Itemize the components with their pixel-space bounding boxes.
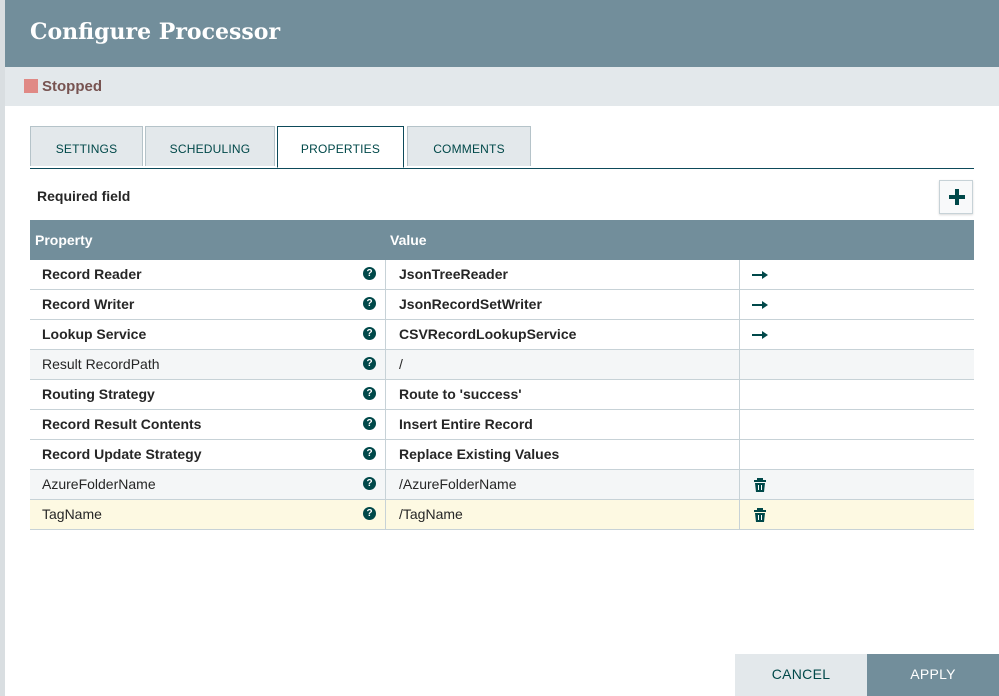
column-divider <box>385 260 386 289</box>
column-header-value: Value <box>390 232 427 248</box>
property-value[interactable]: JsonRecordSetWriter <box>399 290 542 319</box>
property-name: AzureFolderName <box>42 476 156 492</box>
property-name: Record Writer <box>42 296 135 312</box>
column-divider <box>739 440 740 469</box>
table-row[interactable]: Lookup Service? CSVRecordLookupService <box>30 320 974 350</box>
properties-table: Property Value Record Reader? JsonTreeRea… <box>30 220 974 530</box>
tab-scheduling[interactable]: SCHEDULING <box>145 126 275 166</box>
table-row[interactable]: Record Writer? JsonRecordSetWriter <box>30 290 974 320</box>
dialog-header: Configure Processor <box>5 0 999 67</box>
column-divider <box>385 380 386 409</box>
property-name: Routing Strategy <box>42 386 155 402</box>
table-row[interactable]: Routing Strategy? Route to 'success' <box>30 380 974 410</box>
column-divider <box>385 320 386 349</box>
column-divider <box>739 410 740 439</box>
column-divider <box>385 350 386 379</box>
column-divider <box>739 320 740 349</box>
help-icon[interactable]: ? <box>363 327 376 340</box>
trash-icon[interactable] <box>752 507 768 523</box>
column-divider <box>739 350 740 379</box>
trash-icon[interactable] <box>752 477 768 493</box>
table-row[interactable]: AzureFolderName? /AzureFolderName <box>30 470 974 500</box>
property-value[interactable]: / <box>399 350 403 379</box>
column-divider <box>739 500 740 529</box>
add-property-button[interactable] <box>939 180 973 214</box>
tab-properties[interactable]: PROPERTIES <box>277 126 404 168</box>
tab-settings[interactable]: SETTINGS <box>30 126 143 166</box>
tab-bar: SETTINGS SCHEDULING PROPERTIES COMMENTS <box>30 126 974 169</box>
column-divider <box>385 500 386 529</box>
property-value[interactable]: Replace Existing Values <box>399 440 559 469</box>
dialog-title: Configure Processor <box>30 19 281 45</box>
column-divider <box>385 290 386 319</box>
status-label: Stopped <box>42 78 102 95</box>
property-value[interactable]: Route to 'success' <box>399 380 522 409</box>
column-divider <box>385 410 386 439</box>
property-name: Result RecordPath <box>42 356 160 372</box>
help-icon[interactable]: ? <box>363 387 376 400</box>
property-name: Record Update Strategy <box>42 446 202 462</box>
property-value[interactable]: Insert Entire Record <box>399 410 533 439</box>
go-to-service-arrow-icon[interactable] <box>752 267 768 283</box>
column-header-property: Property <box>35 232 93 248</box>
property-name: Record Reader <box>42 266 142 282</box>
status-bar: Stopped <box>5 67 999 106</box>
column-divider <box>739 290 740 319</box>
required-field-label: Required field <box>37 188 131 204</box>
help-icon[interactable]: ? <box>363 297 376 310</box>
stopped-icon <box>24 79 38 93</box>
property-value[interactable]: CSVRecordLookupService <box>399 320 576 349</box>
help-icon[interactable]: ? <box>363 417 376 430</box>
column-divider <box>385 470 386 499</box>
column-divider <box>739 380 740 409</box>
tab-comments[interactable]: COMMENTS <box>407 126 531 166</box>
column-divider <box>739 470 740 499</box>
column-divider <box>385 440 386 469</box>
help-icon[interactable]: ? <box>363 507 376 520</box>
table-row[interactable]: Record Result Contents? Insert Entire Rec… <box>30 410 974 440</box>
plus-icon <box>949 189 965 205</box>
table-row[interactable]: Result RecordPath? / <box>30 350 974 380</box>
cancel-button[interactable]: CANCEL <box>735 654 867 696</box>
go-to-service-arrow-icon[interactable] <box>752 297 768 313</box>
table-row[interactable]: Record Update Strategy? Replace Existing … <box>30 440 974 470</box>
property-name: Record Result Contents <box>42 416 202 432</box>
help-icon[interactable]: ? <box>363 477 376 490</box>
table-header: Property Value <box>30 220 974 260</box>
help-icon[interactable]: ? <box>363 357 376 370</box>
help-icon[interactable]: ? <box>363 267 376 280</box>
property-name: TagName <box>42 506 102 522</box>
help-icon[interactable]: ? <box>363 447 376 460</box>
property-value[interactable]: /AzureFolderName <box>399 470 517 499</box>
property-value[interactable]: /TagName <box>399 500 463 529</box>
table-row[interactable]: TagName? /TagName <box>30 500 974 530</box>
go-to-service-arrow-icon[interactable] <box>752 327 768 343</box>
property-value[interactable]: JsonTreeReader <box>399 260 508 289</box>
table-row[interactable]: Record Reader? JsonTreeReader <box>30 260 974 290</box>
apply-button[interactable]: APPLY <box>867 654 999 696</box>
property-name: Lookup Service <box>42 326 147 342</box>
column-divider <box>739 260 740 289</box>
